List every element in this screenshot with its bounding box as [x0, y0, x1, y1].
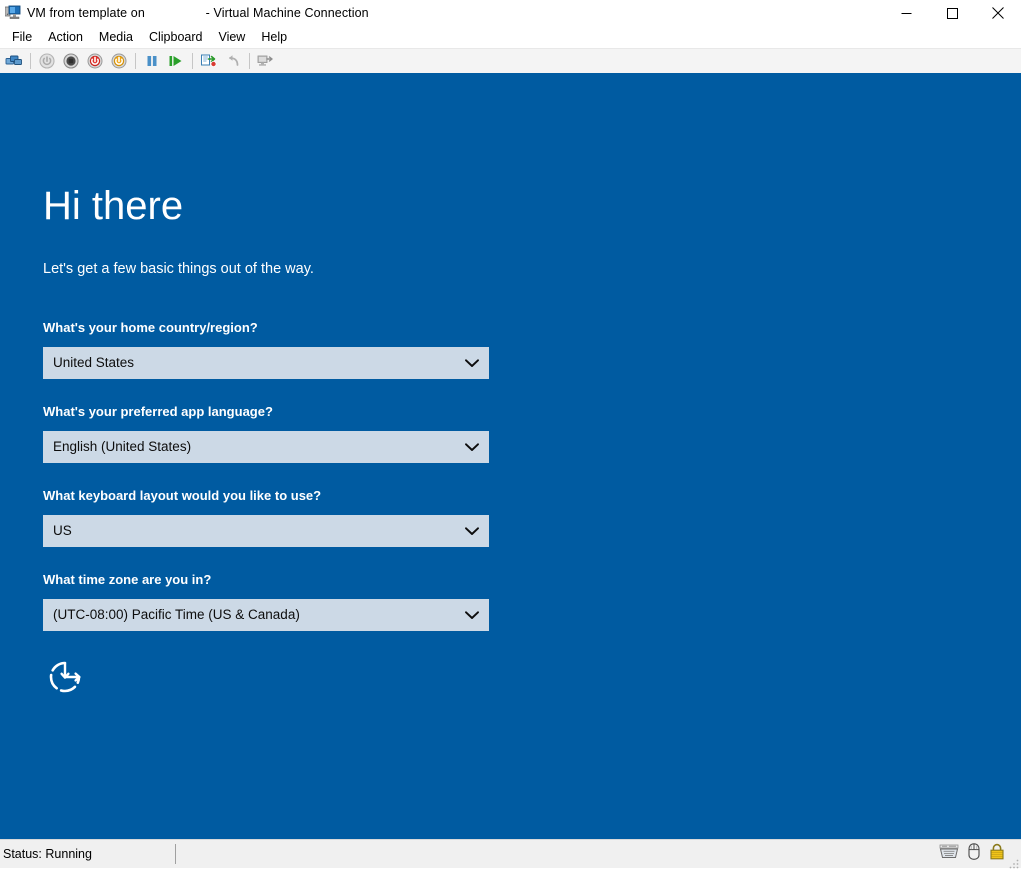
- toolbar-separator: [30, 53, 31, 69]
- dropdown-value-keyboard-layout: US: [53, 523, 72, 538]
- window-title: VM from template on - Virtual Machine Co…: [27, 6, 369, 20]
- checkpoint-icon[interactable]: [197, 50, 221, 72]
- dropdown-value-home-country-region: United States: [53, 355, 135, 370]
- ctrl-alt-delete-icon[interactable]: [2, 50, 26, 72]
- menu-bar: File Action Media Clipboard View Help: [0, 26, 1021, 48]
- toolbar: [0, 48, 1021, 73]
- pause-icon[interactable]: [140, 50, 164, 72]
- lock-icon[interactable]: [989, 843, 1005, 865]
- resize-grip-icon[interactable]: [1009, 856, 1019, 869]
- status-bar: Status: Running: [0, 839, 1021, 869]
- virtual-machine-icon: [4, 5, 21, 21]
- field-group-home-country-region: What's your home country/region? United …: [43, 319, 603, 379]
- field-group-keyboard-layout: What keyboard layout would you like to u…: [43, 487, 603, 547]
- label-preferred-app-language: What's your preferred app language?: [43, 404, 273, 419]
- next-arrow-icon[interactable]: [43, 655, 87, 699]
- reset-icon[interactable]: [164, 50, 188, 72]
- enhanced-session-icon[interactable]: [254, 50, 278, 72]
- save-icon[interactable]: [107, 50, 131, 72]
- chevron-down-icon: [465, 347, 479, 379]
- page-subtitle: Let's get a few basic things out of the …: [43, 261, 314, 277]
- menu-item-clipboard[interactable]: Clipboard: [141, 27, 211, 48]
- title-bar: VM from template on - Virtual Machine Co…: [0, 0, 1021, 26]
- toolbar-separator: [192, 53, 193, 69]
- status-bar-icons: [939, 840, 1005, 868]
- minimize-icon[interactable]: [883, 0, 929, 26]
- menu-item-file[interactable]: File: [4, 27, 40, 48]
- label-home-country-region: What's your home country/region?: [43, 320, 258, 335]
- menu-item-view[interactable]: View: [210, 27, 253, 48]
- label-time-zone: What time zone are you in?: [43, 572, 212, 587]
- oobe-setup-panel: Hi there Let's get a few basic things ou…: [43, 183, 603, 699]
- revert-icon[interactable]: [221, 50, 245, 72]
- dropdown-keyboard-layout[interactable]: US: [43, 515, 489, 547]
- page-title: Hi there: [43, 184, 184, 228]
- status-bar-separator: [175, 844, 176, 864]
- chevron-down-icon: [465, 431, 479, 463]
- keyboard-capture-icon[interactable]: [939, 844, 959, 865]
- toolbar-separator: [249, 53, 250, 69]
- dropdown-value-time-zone: (UTC-08:00) Pacific Time (US & Canada): [53, 607, 300, 622]
- dropdown-preferred-app-language[interactable]: English (United States): [43, 431, 489, 463]
- label-keyboard-layout: What keyboard layout would you like to u…: [43, 488, 322, 503]
- start-icon[interactable]: [35, 50, 59, 72]
- toolbar-separator: [135, 53, 136, 69]
- vm-display-area[interactable]: Hi there Let's get a few basic things ou…: [0, 73, 1021, 839]
- mouse-capture-icon[interactable]: [966, 843, 982, 865]
- status-text: Status: Running: [3, 847, 92, 861]
- maximize-icon[interactable]: [929, 0, 975, 26]
- chevron-down-icon: [465, 599, 479, 631]
- field-group-preferred-app-language: What's your preferred app language? Engl…: [43, 403, 603, 463]
- dropdown-value-preferred-app-language: English (United States): [53, 439, 192, 454]
- menu-item-media[interactable]: Media: [91, 27, 141, 48]
- close-icon[interactable]: [975, 0, 1021, 26]
- virtual-machine-connection-window: VM from template on - Virtual Machine Co…: [0, 0, 1021, 869]
- chevron-down-icon: [465, 515, 479, 547]
- field-group-time-zone: What time zone are you in? (UTC-08:00) P…: [43, 571, 603, 631]
- window-controls: [883, 0, 1021, 26]
- dropdown-time-zone[interactable]: (UTC-08:00) Pacific Time (US & Canada): [43, 599, 489, 631]
- shut-down-icon[interactable]: [83, 50, 107, 72]
- dropdown-home-country-region[interactable]: United States: [43, 347, 489, 379]
- turn-off-icon[interactable]: [59, 50, 83, 72]
- menu-item-action[interactable]: Action: [40, 27, 91, 48]
- menu-item-help[interactable]: Help: [253, 27, 295, 48]
